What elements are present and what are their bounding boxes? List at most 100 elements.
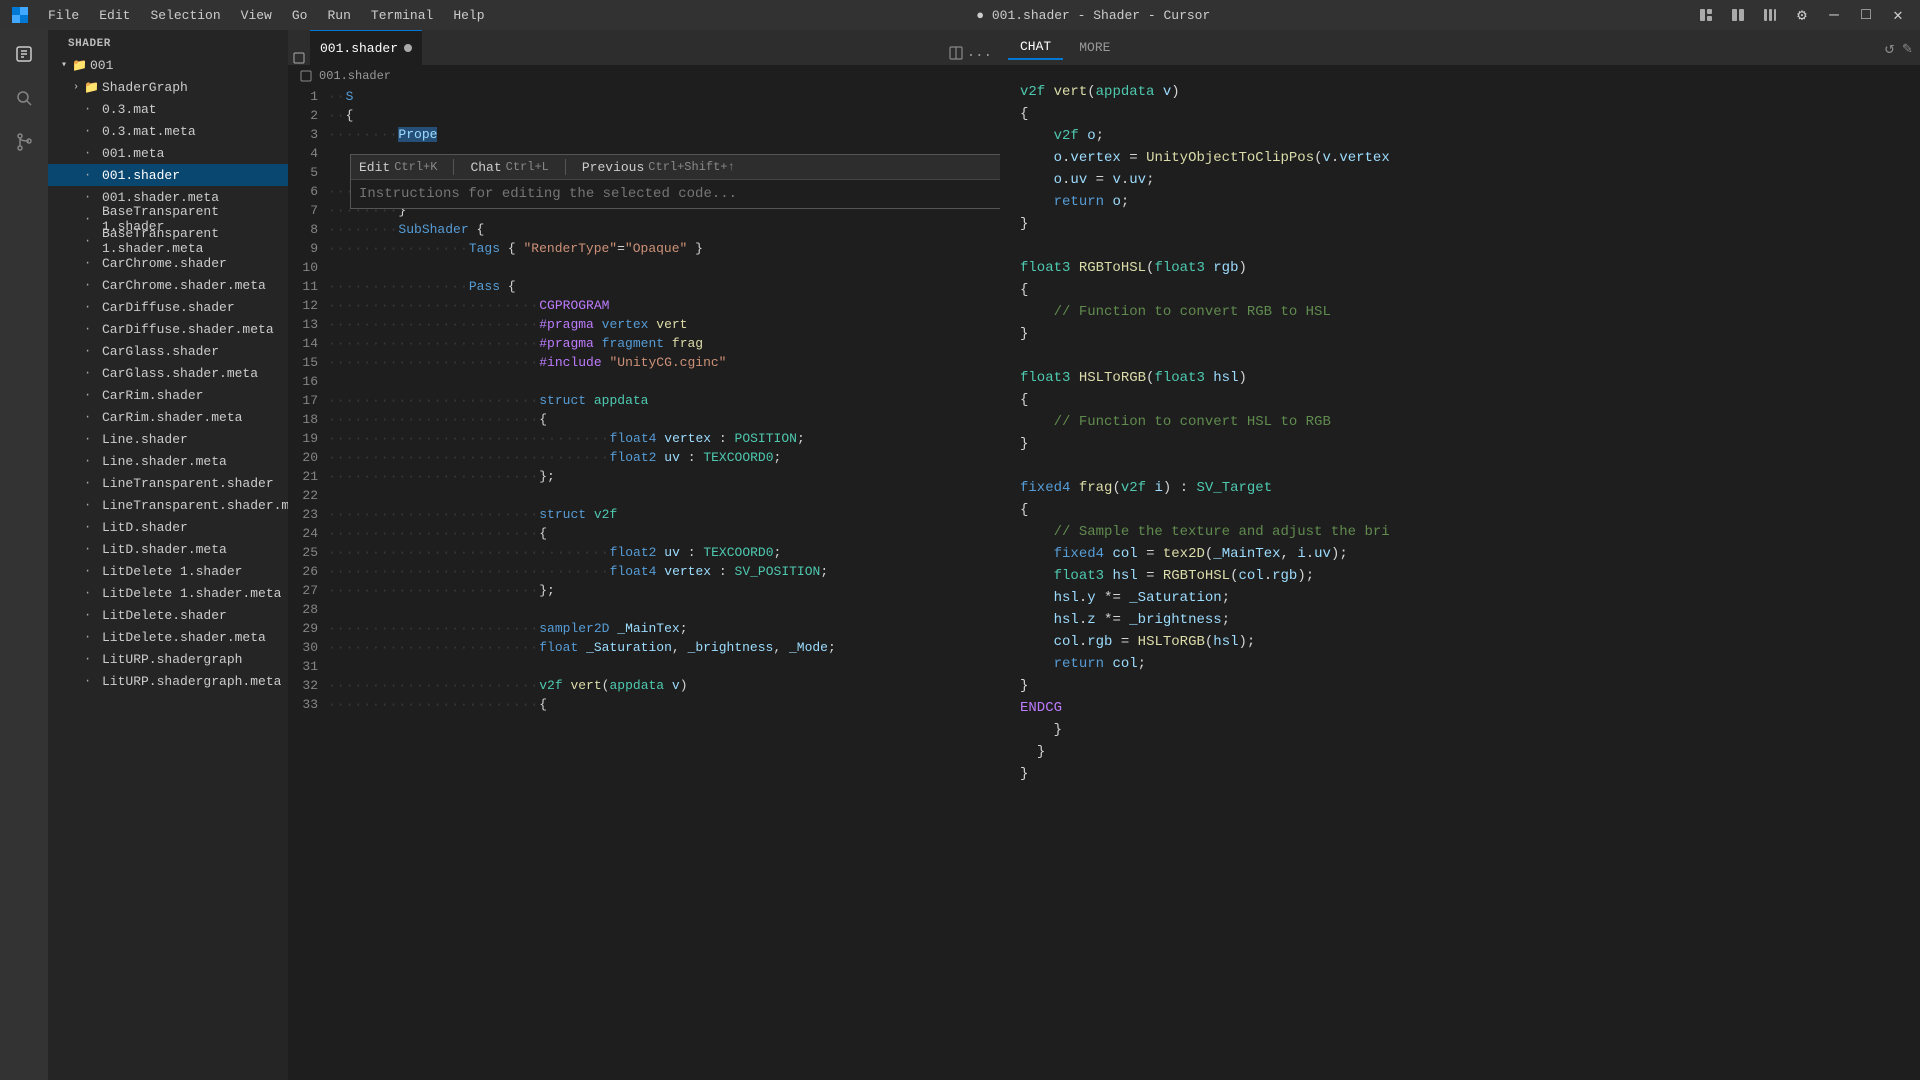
separator2: [565, 159, 566, 175]
line-number: 3: [288, 125, 328, 144]
layout2-icon[interactable]: [1726, 3, 1750, 27]
sidebar-item-carglass[interactable]: · CarGlass.shader: [48, 340, 288, 362]
sidebar-item-001-shader[interactable]: · 001.shader: [48, 164, 288, 186]
file-icon: ·: [84, 432, 102, 446]
sidebar-item-label: CarDiffuse.shader: [102, 300, 235, 315]
code-line-21: 21 ························};: [288, 467, 1000, 486]
file-icon: ·: [84, 322, 102, 336]
activity-search[interactable]: [4, 78, 44, 118]
sidebar-item-liturp[interactable]: · LitURP.shadergraph: [48, 648, 288, 670]
right-code-line: }: [1020, 323, 1900, 345]
sidebar-item-0-3-mat[interactable]: · 0.3.mat: [48, 98, 288, 120]
right-code-line: {: [1020, 103, 1900, 125]
line-number: 29: [288, 619, 328, 638]
code-line-22: 22: [288, 486, 1000, 505]
sidebar-item-liturp-meta[interactable]: · LitURP.shadergraph.meta: [48, 670, 288, 692]
sidebar-item-carrim[interactable]: · CarRim.shader: [48, 384, 288, 406]
sidebar-item-label: CarGlass.shader: [102, 344, 219, 359]
previous-button[interactable]: Previous Ctrl+Shift+↑: [582, 160, 735, 175]
code-line-32: 32 ························v2f vert(appd…: [288, 676, 1000, 695]
line-number: 22: [288, 486, 328, 505]
minimize-button[interactable]: —: [1822, 3, 1846, 27]
sidebar-item-line[interactable]: · Line.shader: [48, 428, 288, 450]
edit-button[interactable]: Edit Ctrl+K: [359, 160, 437, 175]
menu-file[interactable]: File: [40, 6, 87, 25]
sidebar-item-carglass-meta[interactable]: · CarGlass.shader.meta: [48, 362, 288, 384]
sidebar-item-litdelete-meta[interactable]: · LitDelete.shader.meta: [48, 626, 288, 648]
close-button[interactable]: ✕: [1886, 3, 1910, 27]
line-content: ························CGPROGRAM: [328, 296, 1000, 315]
line-content: ························{: [328, 410, 1000, 429]
sidebar-item-cardiffuse[interactable]: · CarDiffuse.shader: [48, 296, 288, 318]
sidebar-item-basetransparent-meta[interactable]: · BaseTransparent 1.shader.meta: [48, 230, 288, 252]
activity-bar: [0, 30, 48, 1080]
sidebar-item-label: LitURP.shadergraph: [102, 652, 242, 667]
file-icon: ·: [84, 630, 102, 644]
sidebar-item-label: CarChrome.shader: [102, 256, 227, 271]
line-number: 15: [288, 353, 328, 372]
line-number: 21: [288, 467, 328, 486]
new-chat-icon[interactable]: ✎: [1902, 38, 1912, 58]
line-content: ························struct v2f: [328, 505, 1000, 524]
file-icon: ·: [84, 212, 102, 226]
sidebar-item-litd[interactable]: · LitD.shader: [48, 516, 288, 538]
tab-chat[interactable]: CHAT: [1008, 35, 1063, 60]
code-line-2: 2 ··{: [288, 106, 1000, 125]
activity-explorer[interactable]: [4, 34, 44, 74]
more-actions-button[interactable]: ···: [967, 48, 992, 64]
history-icon[interactable]: ↺: [1885, 38, 1895, 58]
menu-terminal[interactable]: Terminal: [363, 6, 441, 25]
line-number: 16: [288, 372, 328, 391]
settings-icon[interactable]: ⚙: [1790, 3, 1814, 27]
line-number: 5: [288, 163, 328, 182]
menu-edit[interactable]: Edit: [91, 6, 138, 25]
code-line-31: 31: [288, 657, 1000, 676]
sidebar-item-carchrome-meta[interactable]: · CarChrome.shader.meta: [48, 274, 288, 296]
maximize-button[interactable]: □: [1854, 3, 1878, 27]
code-line-27: 27 ························};: [288, 581, 1000, 600]
sidebar-item-label: CarDiffuse.shader.meta: [102, 322, 274, 337]
inline-input-row[interactable]: [351, 180, 1000, 208]
chevron-down-icon: ▾: [56, 59, 72, 71]
window-controls: ⚙ — □ ✕: [1694, 3, 1910, 27]
sidebar-item-linetransparent-meta[interactable]: · LineTransparent.shader.meta: [48, 494, 288, 516]
sidebar-item-litdelete1-meta[interactable]: · LitDelete 1.shader.meta: [48, 582, 288, 604]
menu-go[interactable]: Go: [284, 6, 316, 25]
menu-selection[interactable]: Selection: [142, 6, 228, 25]
sidebar-item-001-meta[interactable]: · 001.meta: [48, 142, 288, 164]
menu-run[interactable]: Run: [319, 6, 358, 25]
layout-icon[interactable]: [1694, 3, 1718, 27]
tab-more[interactable]: MORE: [1067, 36, 1122, 59]
sidebar-item-001[interactable]: ▾ 📁 001: [48, 54, 288, 76]
line-content: ········Prope: [328, 125, 1000, 144]
right-code-line: {: [1020, 279, 1900, 301]
line-number: 27: [288, 581, 328, 600]
activity-source-control[interactable]: [4, 122, 44, 162]
sidebar-item-litd-meta[interactable]: · LitD.shader.meta: [48, 538, 288, 560]
sidebar-item-cardiffuse-meta[interactable]: · CarDiffuse.shader.meta: [48, 318, 288, 340]
sidebar-item-label: Line.shader: [102, 432, 188, 447]
sidebar-item-label: LitDelete 1.shader.meta: [102, 586, 281, 601]
layout3-icon[interactable]: [1758, 3, 1782, 27]
chat-button[interactable]: Chat Ctrl+L: [470, 160, 548, 175]
sidebar-item-litdelete1[interactable]: · LitDelete 1.shader: [48, 560, 288, 582]
sidebar-item-carrim-meta[interactable]: · CarRim.shader.meta: [48, 406, 288, 428]
sidebar-item-label: LineTransparent.shader.meta: [102, 498, 288, 513]
tab-001-shader[interactable]: 001.shader: [310, 30, 422, 65]
inline-edit-input[interactable]: [359, 186, 909, 202]
split-editor-button[interactable]: [949, 46, 963, 65]
right-code-line: return o;: [1020, 191, 1900, 213]
sidebar-item-shadergraph[interactable]: › 📁 ShaderGraph: [48, 76, 288, 98]
menu-help[interactable]: Help: [445, 6, 492, 25]
line-number: 25: [288, 543, 328, 562]
menu-view[interactable]: View: [233, 6, 280, 25]
editor-area[interactable]: Edit Ctrl+K Chat Ctrl+L Previous Ctrl+Sh…: [288, 87, 1000, 1080]
file-icon: ·: [84, 608, 102, 622]
sidebar-item-litdelete[interactable]: · LitDelete.shader: [48, 604, 288, 626]
sidebar-item-line-meta[interactable]: · Line.shader.meta: [48, 450, 288, 472]
sidebar-item-carchrome[interactable]: · CarChrome.shader: [48, 252, 288, 274]
file-icon: ·: [84, 300, 102, 314]
sidebar-item-0-3-mat-meta[interactable]: · 0.3.mat.meta: [48, 120, 288, 142]
sidebar-item-linetransparent[interactable]: · LineTransparent.shader: [48, 472, 288, 494]
code-line-17: 17 ························struct appdat…: [288, 391, 1000, 410]
